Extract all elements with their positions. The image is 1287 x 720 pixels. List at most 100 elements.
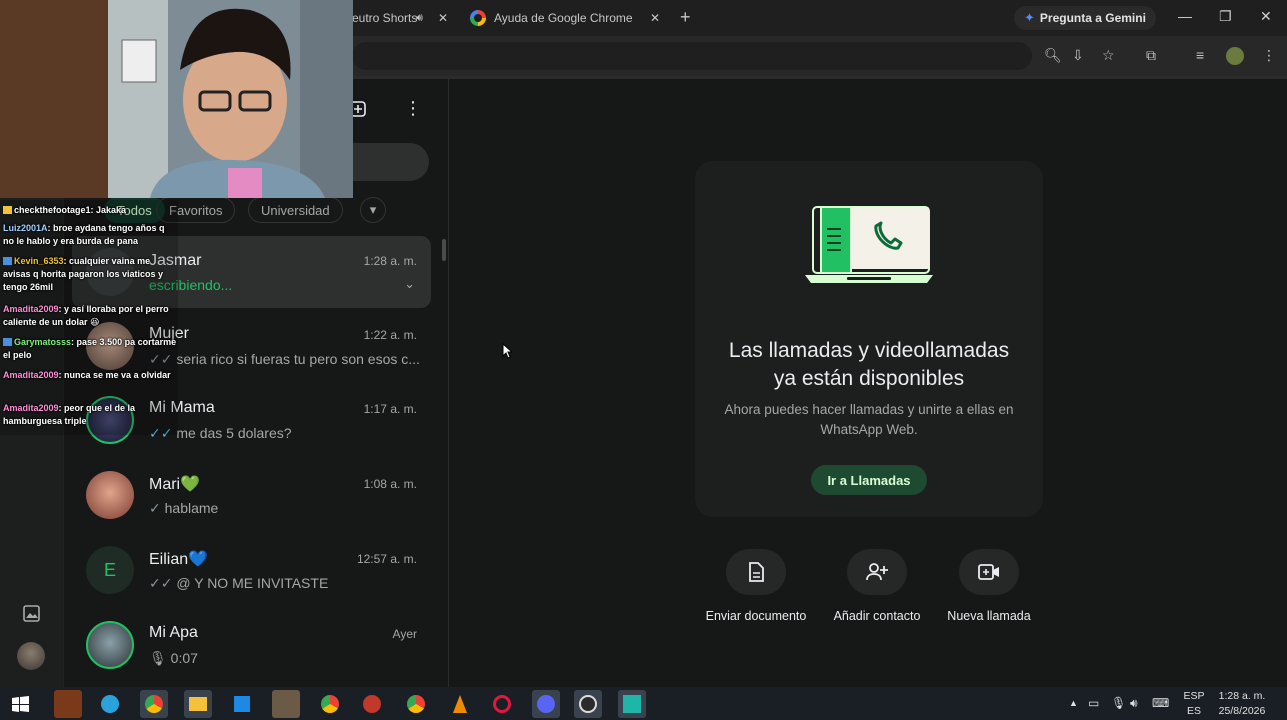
microphone-icon[interactable]: 🎙︎ [1111, 696, 1126, 710]
chat-message: Kevin_6353: cualquier vaina me avisas q … [3, 255, 177, 294]
calls-promo-card: Las llamadas y videollamadas ya están di… [695, 161, 1043, 517]
taskbar-app-discord[interactable] [532, 690, 560, 718]
close-tab-icon[interactable]: ✕ [650, 11, 660, 25]
avatar-letter: E [103, 559, 116, 580]
restore-button[interactable]: ❐ [1219, 8, 1232, 25]
store-icon [234, 696, 250, 712]
new-call-action[interactable]: Nueva llamada [924, 549, 1054, 623]
windows-taskbar: ▲ ▭ 🎙︎ 🔊︎ ⌨ ESP ES 1:28 a. m. 25/8/2026 [0, 687, 1287, 720]
media-icon[interactable] [22, 604, 42, 624]
chat-time: 12:57 a. m. [356, 552, 417, 566]
chat-time: 1:22 a. m. [363, 328, 417, 342]
chevron-down-icon[interactable]: ⌄ [404, 276, 415, 292]
webcam-image [0, 0, 353, 198]
new-tab-button[interactable]: + [680, 7, 691, 28]
chat-preview: me das 5 dolares? [176, 425, 292, 441]
action-label: Nueva llamada [947, 609, 1031, 623]
gemini-icon: ✦ [1024, 10, 1035, 25]
system-clock[interactable]: 1:28 a. m. 25/8/2026 [1212, 689, 1272, 719]
chat-row[interactable]: Mari💚 1:08 a. m. ✓ hablame [72, 459, 431, 531]
taskbar-app-game[interactable] [54, 690, 82, 718]
subtitle-line-2: WhatsApp Web. [820, 422, 918, 437]
sent-tick-icon: ✓ [149, 500, 165, 516]
zoom-icon[interactable]: 🔍︎ [1044, 47, 1062, 64]
contact-avatar: E [86, 546, 134, 594]
taskbar-app-explorer[interactable] [184, 690, 212, 718]
chat-user: Luiz2001A [3, 223, 48, 233]
taskbar-app-red[interactable] [358, 690, 386, 718]
tray-chevron-icon[interactable]: ▲ [1069, 698, 1078, 708]
clock-time: 1:28 a. m. [1218, 690, 1266, 702]
chat-message: Luiz2001A: broe aydana tengo años q no l… [3, 222, 177, 248]
minimize-button[interactable]: — [1178, 8, 1192, 24]
google-icon [470, 10, 486, 26]
mention-icon: @ [176, 575, 195, 591]
taskbar-app-vlc[interactable] [446, 690, 474, 718]
gemini-button[interactable]: ✦ Pregunta a Gemini [1014, 6, 1156, 30]
taskbar-app-capcut[interactable] [618, 690, 646, 718]
taskbar-app-telegram[interactable] [96, 690, 124, 718]
tab-chrome-help[interactable]: Ayuda de Google Chrome ✕ [460, 0, 670, 36]
profile-avatar[interactable] [1226, 47, 1244, 65]
address-bar[interactable] [352, 42, 1032, 70]
action-label: Enviar documento [705, 609, 807, 623]
taskbar-app-chrome2[interactable] [316, 690, 344, 718]
close-tab-icon[interactable]: ✕ [438, 11, 448, 25]
chat-message: Garymatosss: pase 3.500 pa cortarme el p… [3, 336, 177, 362]
taskbar-app-obs[interactable] [574, 690, 602, 718]
clock-date: 25/8/2026 [1218, 705, 1266, 717]
chat-name: Eilian💙 [149, 551, 209, 568]
filter-universidad[interactable]: Universidad [248, 197, 343, 223]
main-panel: Las llamadas y videollamadas ya están di… [450, 79, 1287, 687]
taskbar-app-chrome3[interactable] [402, 690, 430, 718]
lang-primary: ESP [1183, 690, 1205, 702]
profile-avatar-rail[interactable] [17, 642, 45, 670]
chat-message: checkthefootage1: Jakaka [3, 204, 177, 217]
bookmark-star-icon[interactable]: ☆ [1102, 47, 1115, 64]
filter-more-button[interactable]: ▾ [360, 197, 386, 223]
discord-icon [537, 695, 555, 713]
folder-icon [189, 697, 207, 711]
badge-icon [3, 257, 12, 265]
extensions-icon[interactable]: ⧉ [1146, 47, 1156, 64]
chat-row[interactable]: Mi Apa Ayer 🎙︎ 0:07 [72, 609, 431, 681]
network-icon[interactable]: ▭ [1088, 696, 1099, 710]
menu-icon[interactable]: ⋮ [404, 98, 422, 119]
chat-name: Mari💚 [149, 476, 201, 493]
taskbar-app-game2[interactable] [272, 690, 300, 718]
windows-start-icon[interactable] [12, 696, 29, 712]
send-document-action[interactable]: Enviar documento [691, 549, 821, 623]
add-contact-action[interactable]: Añadir contacto [812, 549, 942, 623]
chat-user: checkthefootage1 [14, 205, 91, 215]
action-label: Añadir contacto [833, 609, 921, 623]
chat-name: Mi Apa [149, 624, 198, 641]
taskbar-app-chrome[interactable] [140, 690, 168, 718]
badge-icon [3, 338, 12, 346]
media-control-icon[interactable]: ≡ [1196, 47, 1204, 63]
tab-shorts[interactable]: eutro Shorts 🔊︎ ✕ [352, 0, 456, 36]
close-window-button[interactable]: ✕ [1260, 8, 1272, 25]
volume-icon[interactable]: 🔊︎ [1130, 696, 1138, 711]
chat-user: Amadita2009 [3, 304, 59, 314]
panel-title: Las llamadas y videollamadas ya están di… [695, 337, 1043, 393]
contact-avatar [86, 471, 134, 519]
badge-icon [3, 206, 12, 214]
chat-text: : nunca se me va a olvidar [58, 370, 171, 380]
taskbar-app-opera[interactable] [488, 690, 516, 718]
read-ticks-icon: ✓✓ [149, 575, 177, 591]
chrome-icon [407, 695, 425, 713]
app-icon [363, 695, 381, 713]
scrollbar[interactable] [442, 239, 446, 261]
chat-user: Kevin_6353 [14, 256, 64, 266]
chat-preview: 0:07 [170, 650, 198, 666]
chat-row[interactable]: E Eilian💙 12:57 a. m. ✓✓ @ Y NO ME INVIT… [72, 534, 431, 606]
chat-user: Amadita2009 [3, 370, 59, 380]
keyboard-icon[interactable]: ⌨ [1152, 696, 1169, 710]
gemini-label: Pregunta a Gemini [1039, 11, 1146, 25]
install-app-icon[interactable]: ⇩ [1072, 47, 1084, 64]
language-indicator[interactable]: ESP ES [1183, 689, 1205, 719]
taskbar-app-store[interactable] [228, 690, 256, 718]
capcut-icon [623, 695, 641, 713]
go-to-calls-button[interactable]: Ir a Llamadas [811, 465, 927, 495]
menu-icon[interactable]: ⋮ [1262, 47, 1276, 64]
